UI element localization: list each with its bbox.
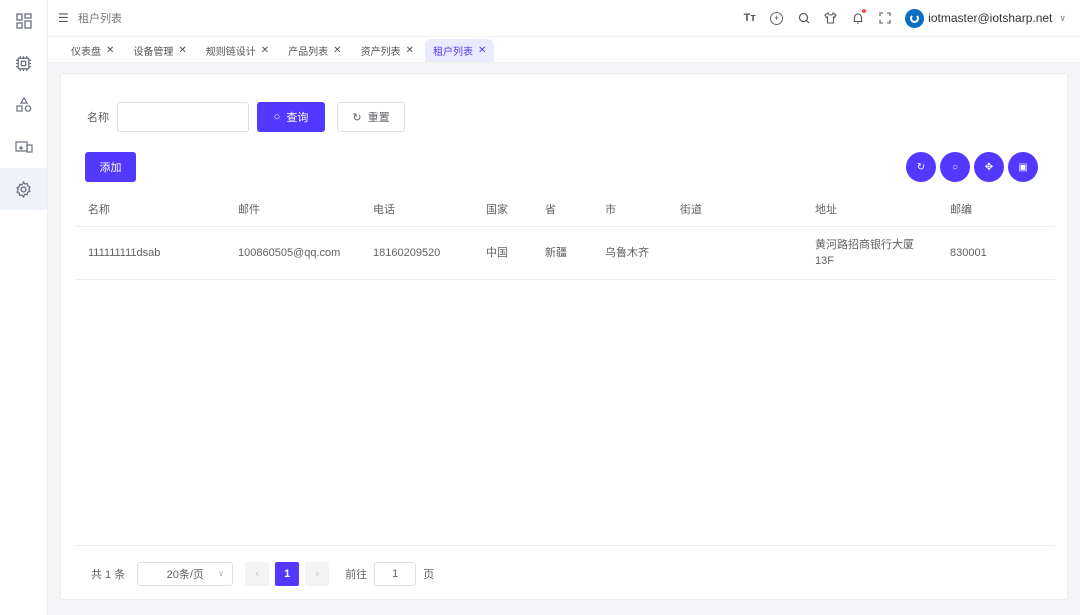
close-icon[interactable]: ✕ [333,45,341,56]
query-label: 查询 [286,112,309,124]
column-header: 市 [592,193,667,227]
sidebar-item-settings[interactable] [0,168,47,210]
search-icon[interactable] [797,12,810,25]
theme-shirt-icon[interactable] [824,12,837,25]
font-size-icon[interactable]: Tт [743,12,756,25]
chevron-down-icon: ∨ [217,568,225,578]
column-header: 名称 [75,193,225,227]
column-header: 邮编 [937,193,1055,227]
user-menu[interactable]: iotmaster@iotsharp.net ∨ [905,8,1066,28]
tab-label: 仪表盘 [71,47,101,58]
page-size-value: 20条/页 [166,568,204,581]
sidebar-item-products[interactable] [0,84,47,126]
refresh-button[interactable]: ↻ [906,152,936,182]
column-settings-button[interactable]: ✥ [974,152,1004,182]
tenant-table: 名称 邮件 电话 国家 省 市 街道 地址 邮编 111111111dsab 1… [75,193,1055,280]
refresh-icon: ↻ [916,161,926,173]
export-button[interactable]: ▣ [1008,152,1038,182]
chevron-down-icon: ∨ [1059,12,1066,23]
sidebar-item-devices[interactable] [0,42,47,84]
refresh-icon: ↻ [352,111,362,124]
cell-city: 乌鲁木齐 [592,226,667,280]
column-header: 电话 [360,193,473,227]
column-header: 地址 [802,193,937,227]
user-email: iotmaster@iotsharp.net [928,11,1053,25]
grid-icon [15,13,32,29]
search-icon: ○ [273,111,281,123]
cell-street [667,226,802,280]
goto-label: 前往 [345,568,368,581]
close-icon[interactable]: ✕ [178,45,186,56]
page-1-button[interactable]: 1 [275,561,300,586]
cell-postcode: 830001 [937,226,1055,280]
column-header: 省 [532,193,592,227]
tab-tenants[interactable]: 租户列表 ✕ [424,39,495,62]
breadcrumb: 租户列表 [78,13,122,25]
devices-icon [14,141,33,153]
content-card: 名称 ○ 查询 ↻ 重置 添加 ↻ ○ ✥ ▣ 名称 邮件 电话 国家 省 市 街道… [60,73,1068,600]
notification-dot [862,8,867,13]
cell-email: 100860505@qq.com [225,226,360,280]
sidebar-item-dashboard[interactable] [0,0,47,42]
table-row[interactable]: 111111111dsab 100860505@qq.com 181602095… [75,226,1055,280]
search-form: 名称 ○ 查询 ↻ 重置 [87,102,405,132]
menu-toggle-icon[interactable]: ☰ [58,11,70,25]
tab-device-management[interactable]: 设备管理 ✕ [125,39,194,62]
column-header: 邮件 [225,193,360,227]
sidebar [0,0,48,615]
notification-bell-icon[interactable] [851,8,867,25]
tab-label: 租户列表 [432,47,473,58]
table-toolbar: ↻ ○ ✥ ▣ [906,152,1038,182]
gear-icon [16,180,31,198]
close-icon[interactable]: ✕ [478,45,486,56]
reset-button[interactable]: ↻ 重置 [337,102,405,132]
close-icon[interactable]: ✕ [261,45,269,56]
close-icon[interactable]: ✕ [106,45,114,56]
tab-products[interactable]: 产品列表 ✕ [280,39,349,62]
prev-page-button[interactable]: ‹ [245,561,270,586]
reset-label: 重置 [367,112,390,124]
tab-assets[interactable]: 资产列表 ✕ [353,39,422,62]
name-label: 名称 [87,112,109,124]
name-input[interactable] [117,102,249,132]
sidebar-item-assets[interactable] [0,126,47,168]
search-icon: ○ [951,161,959,173]
close-icon[interactable]: ✕ [406,45,414,56]
shapes-icon [15,97,31,112]
add-circle-icon[interactable]: + [770,11,784,25]
query-button[interactable]: ○ 查询 [257,102,325,132]
move-icon: ✥ [984,161,994,173]
next-page-button[interactable]: › [305,561,330,586]
add-button[interactable]: 添加 [85,152,136,182]
cell-country: 中国 [473,226,532,280]
fullscreen-icon[interactable] [878,12,891,25]
cell-name: 111111111dsab [75,226,225,280]
column-header: 街道 [667,193,802,227]
goto-page-input[interactable]: 1 [374,561,417,586]
column-header: 国家 [473,193,532,227]
tab-label: 资产列表 [360,47,401,58]
tab-label: 设备管理 [133,47,174,58]
tab-label: 产品列表 [288,47,329,58]
tab-label: 规则链设计 [205,47,256,58]
cell-province: 新疆 [532,226,592,280]
page-suffix: 页 [423,568,435,581]
save-icon: ▣ [1018,161,1028,173]
tab-rule-chain[interactable]: 规则链设计 ✕ [198,39,277,62]
avatar [905,8,925,28]
cell-phone: 18160209520 [360,226,473,280]
pagination: 共 1 条 20条/页 ∨ ‹ 1 › 前往 1 页 [75,545,1055,601]
search-toggle-button[interactable]: ○ [940,152,970,182]
tab-bar: 仪表盘 ✕ 设备管理 ✕ 规则链设计 ✕ 产品列表 ✕ 资产列表 ✕ 租户列表 ✕ [48,37,1080,63]
total-count: 共 1 条 [91,568,126,581]
chip-icon [16,55,31,71]
page-size-select[interactable]: 20条/页 ∨ [137,561,234,586]
tab-dashboard[interactable]: 仪表盘 ✕ [63,39,122,62]
top-header: ☰ 租户列表 Tт + iotmaster@iotsharp.net ∨ [48,0,1080,37]
cell-address: 黄河路招商银行大厦13F [802,226,937,280]
